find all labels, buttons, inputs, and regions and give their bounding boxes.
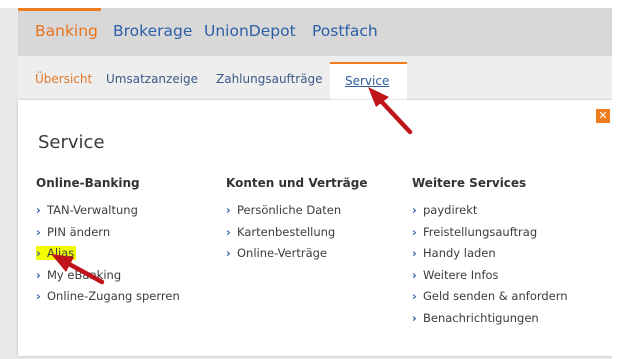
screenshot-border-top: [0, 0, 619, 8]
chevron-right-icon: ›: [226, 224, 231, 239]
column-online-banking: Online-Banking › TAN-Verwaltung › PIN ände…: [36, 176, 180, 311]
sub-navigation: Übersicht Umsatzanzeige Zahlungsaufträge…: [18, 56, 612, 100]
menu-item-persoenliche-daten[interactable]: › Persönliche Daten: [226, 203, 368, 225]
column-heading: Online-Banking: [36, 176, 140, 190]
top-navigation: Banking Brokerage UnionDepot Postfach: [18, 8, 612, 56]
menu-item-alias[interactable]: › Alias: [36, 246, 180, 268]
chevron-right-icon: ›: [36, 289, 41, 303]
menu-item-pin-aendern[interactable]: › PIN ändern: [36, 225, 180, 247]
column-heading: Weitere Services: [412, 176, 527, 190]
chevron-right-icon: ›: [226, 203, 231, 217]
chevron-right-icon: ›: [36, 224, 41, 239]
chevron-right-icon: ›: [226, 246, 231, 260]
column-heading: Konten und Verträge: [226, 176, 368, 190]
menu-item-geld-senden[interactable]: › Geld senden & anfordern: [412, 289, 568, 311]
screenshot-border-right: [612, 0, 619, 359]
subnav-zahlungsauftraege[interactable]: Zahlungsaufträge: [216, 72, 323, 86]
close-button[interactable]: ✕: [596, 109, 610, 123]
tab-banking[interactable]: Banking: [35, 22, 98, 40]
subnav-uebersicht[interactable]: Übersicht: [35, 72, 92, 86]
chevron-right-icon: ›: [412, 224, 417, 239]
chevron-right-icon: ›: [412, 203, 417, 217]
tab-brokerage[interactable]: Brokerage: [113, 22, 192, 40]
menu-item-handy-laden[interactable]: › Handy laden: [412, 246, 568, 268]
tab-uniondepot[interactable]: UnionDepot: [204, 22, 296, 40]
tab-postfach[interactable]: Postfach: [312, 22, 378, 40]
subnav-umsatzanzeige[interactable]: Umsatzanzeige: [106, 72, 198, 86]
menu-item-benachrichtigungen[interactable]: › Benachrichtigungen: [412, 311, 568, 333]
menu-item-kartenbestellung[interactable]: › Kartenbestellung: [226, 225, 368, 247]
menu-item-online-vertraege[interactable]: › Online-Verträge: [226, 246, 368, 268]
chevron-right-icon: ›: [36, 246, 41, 260]
chevron-right-icon: ›: [412, 267, 417, 282]
panel-title: Service: [38, 132, 105, 153]
close-icon: ✕: [598, 109, 608, 122]
highlight-marker: › Alias: [36, 246, 77, 260]
menu-item-my-ebanking[interactable]: › My eBanking: [36, 268, 180, 290]
menu-item-online-zugang-sperren[interactable]: › Online-Zugang sperren: [36, 289, 180, 311]
chevron-right-icon: ›: [412, 289, 417, 303]
service-menu-panel: Service ✕ Online-Banking › TAN-Verwaltung…: [18, 100, 612, 356]
chevron-right-icon: ›: [412, 246, 417, 260]
chevron-right-icon: ›: [412, 310, 417, 325]
chevron-right-icon: ›: [36, 267, 41, 282]
menu-item-paydirekt[interactable]: › paydirekt: [412, 203, 568, 225]
menu-item-freistellungsauftrag[interactable]: › Freistellungsauftrag: [412, 225, 568, 247]
column-konten-und-vertraege: Konten und Verträge › Persönliche Daten ›…: [226, 176, 368, 268]
column-weitere-services: Weitere Services › paydirekt › Freistellun…: [412, 176, 568, 332]
active-tab-indicator: [18, 8, 101, 11]
menu-item-tan-verwaltung[interactable]: › TAN-Verwaltung: [36, 203, 180, 225]
subnav-service-tab[interactable]: Service: [330, 62, 407, 100]
chevron-right-icon: ›: [36, 203, 41, 217]
menu-item-weitere-infos[interactable]: › Weitere Infos: [412, 268, 568, 290]
subnav-service-label[interactable]: Service: [345, 74, 389, 88]
